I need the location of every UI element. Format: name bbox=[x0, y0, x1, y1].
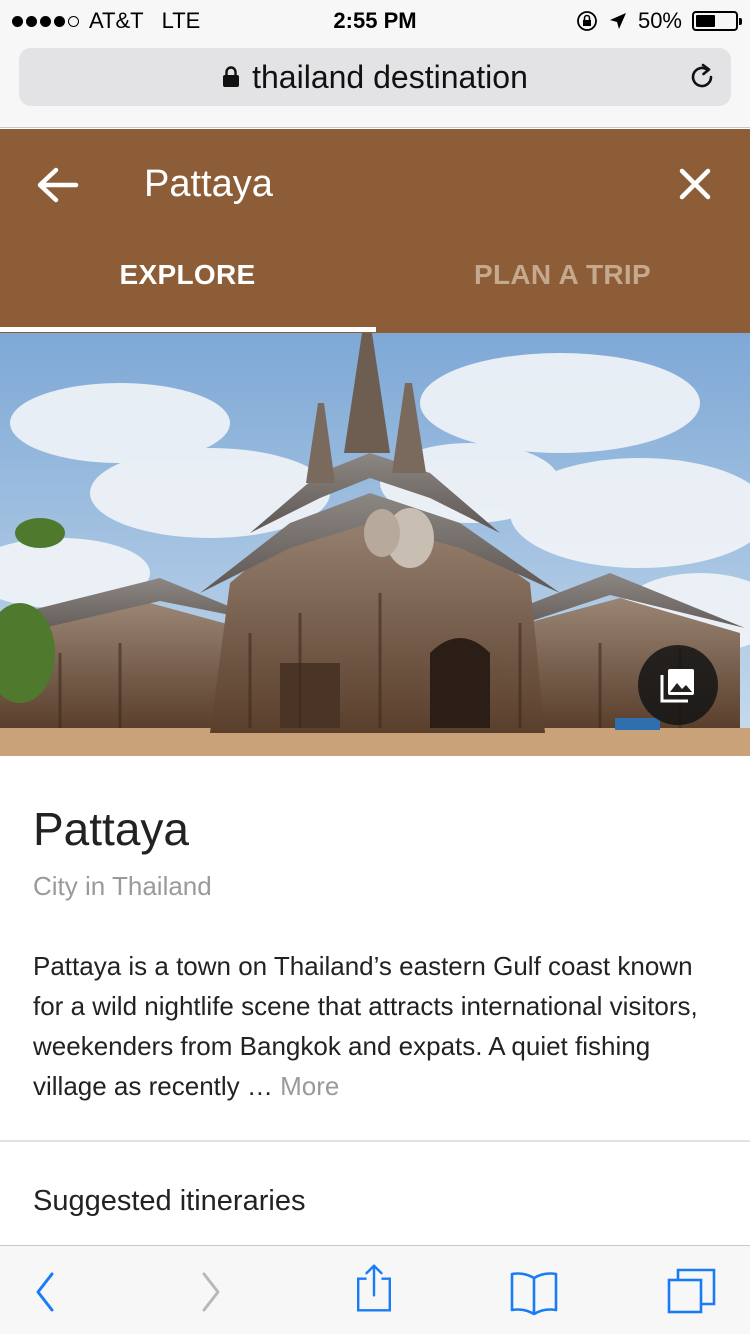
bookmarks-icon[interactable] bbox=[506, 1266, 562, 1318]
description-text: Pattaya is a town on Thailand’s eastern … bbox=[33, 951, 698, 1101]
location-arrow-icon bbox=[609, 13, 626, 29]
tab-explore[interactable]: EXPLORE bbox=[0, 259, 375, 291]
status-bar: AT&T LTE 2:55 PM 50% bbox=[0, 0, 750, 40]
address-bar[interactable]: thailand destination bbox=[19, 48, 731, 106]
battery-icon bbox=[692, 11, 742, 31]
section-divider bbox=[0, 1140, 750, 1142]
forward-icon[interactable] bbox=[180, 1266, 236, 1318]
temple-photo bbox=[0, 333, 750, 756]
battery-percent: 50% bbox=[637, 8, 682, 33]
browser-toolbar bbox=[0, 1245, 750, 1334]
app-header: Pattaya EXPLORE PLAN A TRIP bbox=[0, 129, 750, 333]
tabs-icon[interactable] bbox=[664, 1266, 720, 1318]
back-icon[interactable] bbox=[22, 1266, 78, 1318]
share-icon[interactable] bbox=[346, 1262, 402, 1314]
orientation-lock-icon bbox=[577, 11, 597, 31]
lock-icon bbox=[223, 66, 240, 87]
place-description: Pattaya is a town on Thailand’s eastern … bbox=[33, 946, 723, 1106]
more-link[interactable]: More bbox=[280, 1071, 339, 1101]
arrow-left-icon[interactable] bbox=[32, 164, 82, 206]
status-right: 50% bbox=[576, 8, 742, 34]
header-title: Pattaya bbox=[144, 163, 273, 205]
tab-plan-a-trip[interactable]: PLAN A TRIP bbox=[375, 259, 750, 291]
place-subtitle: City in Thailand bbox=[33, 871, 212, 901]
photo-gallery-icon bbox=[660, 669, 694, 703]
place-title: Pattaya bbox=[33, 803, 189, 855]
suggested-itineraries-heading: Suggested itineraries bbox=[33, 1185, 306, 1217]
hero-image[interactable] bbox=[0, 333, 750, 756]
address-text: thailand destination bbox=[252, 58, 528, 95]
close-icon[interactable] bbox=[674, 163, 716, 205]
reload-icon[interactable] bbox=[687, 62, 717, 92]
active-tab-indicator bbox=[0, 327, 376, 332]
photo-gallery-button[interactable] bbox=[638, 645, 718, 725]
browser-address-area: thailand destination bbox=[0, 40, 750, 128]
